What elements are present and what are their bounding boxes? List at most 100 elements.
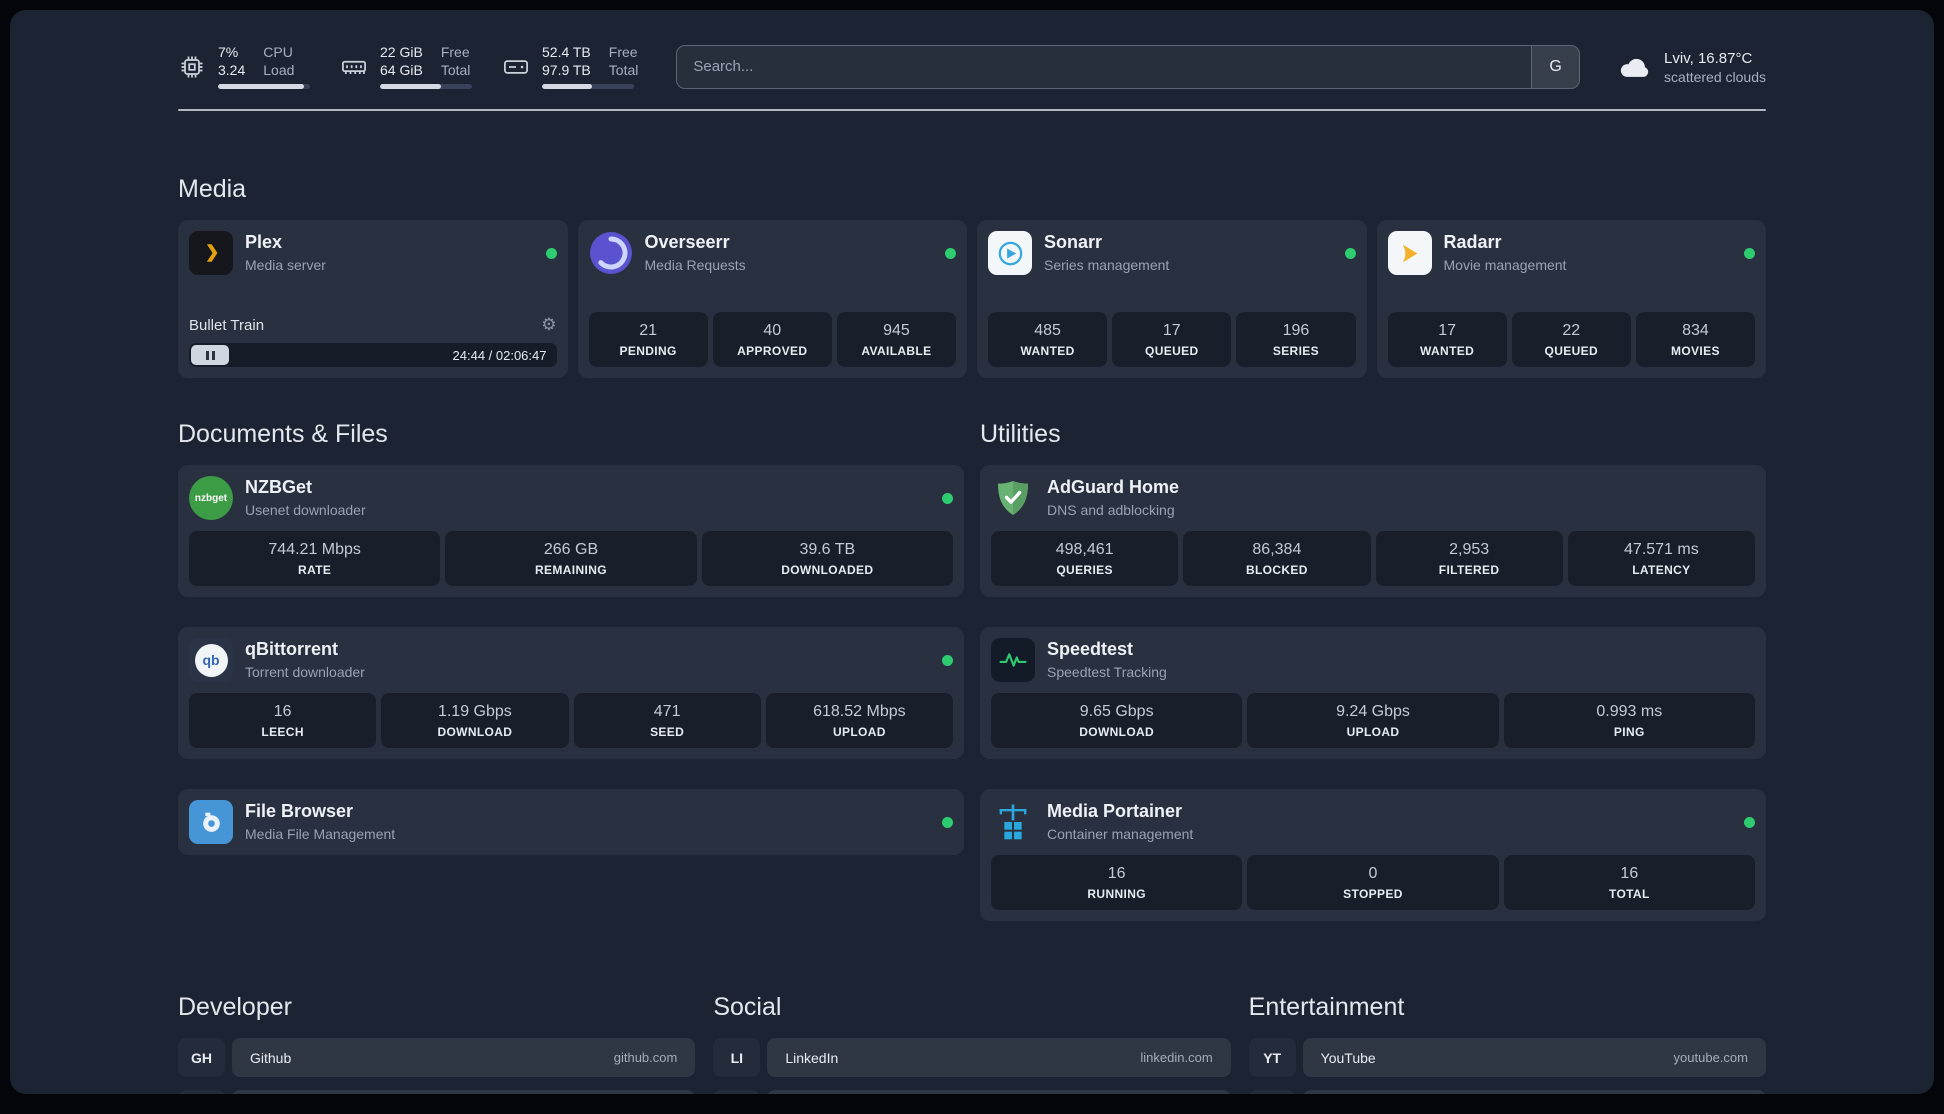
service-name: Media Portainer bbox=[1047, 801, 1183, 822]
bookmark-pill: Github github.com bbox=[232, 1038, 696, 1077]
cpu-progress-bar bbox=[218, 84, 310, 89]
stat-download: 9.65 Gbps DOWNLOAD bbox=[991, 693, 1243, 748]
stat-seed: 471 SEED bbox=[573, 693, 761, 748]
service-description: DNS and adblocking bbox=[1047, 501, 1175, 518]
service-name: AdGuard Home bbox=[1047, 477, 1180, 498]
stat-remaining: 266 GB REMAINING bbox=[445, 531, 697, 586]
stat-blocked: 86,384 BLOCKED bbox=[1183, 531, 1371, 586]
service-name: Speedtest bbox=[1047, 639, 1134, 660]
section-media: Media Plex Media server Bullet Train ⚙ 2… bbox=[178, 175, 1766, 378]
stat-leech: 16 LEECH bbox=[189, 693, 377, 748]
stat-available: 945 AVAILABLE bbox=[836, 312, 957, 367]
bookmark-youtube[interactable]: YT YouTube youtube.com bbox=[1249, 1038, 1766, 1077]
service-card-sonarr[interactable]: Sonarr Series management 485 WANTED 17 Q… bbox=[977, 220, 1367, 378]
disk-resource-widget: 52.4 TB 97.9 TB Free Total bbox=[502, 44, 638, 89]
service-card-adguard[interactable]: AdGuard Home DNS and adblocking 498,461 … bbox=[980, 465, 1766, 597]
memory-resource-widget: 22 GiB 64 GiB Free Total bbox=[340, 44, 472, 89]
service-description: Media server bbox=[245, 256, 326, 273]
service-description: Usenet downloader bbox=[245, 501, 366, 518]
bookmark-twitter[interactable]: TW Twitter twitter.com bbox=[713, 1090, 1231, 1094]
section-social: Social LI LinkedIn linkedin.com TW Twitt… bbox=[713, 993, 1231, 1094]
section-title-entertainment: Entertainment bbox=[1248, 993, 1405, 1021]
memory-progress-bar bbox=[380, 84, 472, 89]
resource-value: 97.9 TB bbox=[542, 61, 591, 78]
stat-download: 1.19 Gbps DOWNLOAD bbox=[381, 693, 569, 748]
bookmark-linkedin[interactable]: LI LinkedIn linkedin.com bbox=[713, 1038, 1231, 1077]
weather-location: Lviv, 16.87°C bbox=[1664, 50, 1753, 67]
service-description: Media File Management bbox=[245, 825, 396, 842]
plex-icon bbox=[189, 231, 233, 275]
service-card-nzbget[interactable]: nzbget NZBGet Usenet downloader 744.21 M… bbox=[178, 465, 964, 597]
resource-label: Free bbox=[608, 44, 638, 60]
now-playing-title: Bullet Train bbox=[189, 316, 265, 334]
section-entertainment: Entertainment YT YouTube youtube.com NF … bbox=[1249, 993, 1766, 1094]
resource-value: 7% bbox=[218, 44, 239, 60]
stat-upload: 9.24 Gbps UPLOAD bbox=[1247, 693, 1499, 748]
bookmark-abbr: GH bbox=[178, 1038, 225, 1077]
nzbget-icon: nzbget bbox=[189, 476, 233, 520]
bookmark-pill: YouTube youtube.com bbox=[1302, 1038, 1766, 1077]
disk-icon bbox=[504, 59, 528, 74]
search-provider-button[interactable]: G bbox=[1531, 45, 1580, 88]
topbar-divider bbox=[178, 109, 1766, 111]
service-name: qBittorrent bbox=[245, 639, 338, 660]
bookmark-stackoverflow[interactable]: SO StackOverflow stackoverflow.com bbox=[178, 1090, 696, 1094]
cpu-resource-widget: 7% 3.24 CPU Load bbox=[178, 44, 310, 89]
bookmark-pill: LinkedIn linkedin.com bbox=[767, 1038, 1231, 1077]
service-description: Torrent downloader bbox=[245, 663, 365, 680]
resource-label: Free bbox=[440, 44, 470, 60]
weather-condition: scattered clouds bbox=[1664, 69, 1766, 85]
stat-wanted: 17 WANTED bbox=[1387, 312, 1507, 367]
section-title-utilities: Utilities bbox=[980, 420, 1061, 448]
bookmark-github[interactable]: GH Github github.com bbox=[178, 1038, 696, 1077]
radarr-icon bbox=[1387, 231, 1432, 275]
service-description: Movie management bbox=[1443, 256, 1567, 273]
service-card-qbittorrent[interactable]: qb qBittorrent Torrent downloader 16 LEE… bbox=[178, 627, 964, 759]
service-card-speedtest[interactable]: Speedtest Speedtest Tracking 9.65 Gbps D… bbox=[980, 627, 1766, 759]
section-title-social: Social bbox=[713, 993, 782, 1021]
service-card-overseerr[interactable]: Overseerr Media Requests 21 PENDING 40 A… bbox=[577, 220, 967, 378]
overseerr-icon bbox=[589, 231, 633, 275]
disk-progress-bar bbox=[542, 84, 634, 89]
stat-downloaded: 39.6 TB DOWNLOADED bbox=[701, 531, 953, 586]
bookmark-abbr: YT bbox=[1249, 1038, 1296, 1077]
memory-progress-fill bbox=[380, 84, 441, 89]
search-input[interactable] bbox=[677, 45, 1532, 88]
status-dot bbox=[1744, 816, 1755, 828]
service-card-radarr[interactable]: Radarr Movie management 17 WANTED 22 QUE… bbox=[1376, 220, 1766, 378]
resource-value: 3.24 bbox=[218, 61, 246, 78]
section-title-media: Media bbox=[178, 175, 247, 203]
cpu-icon bbox=[181, 56, 203, 77]
section-title-documents: Documents & Files bbox=[178, 420, 388, 448]
stat-latency: 47.571 ms LATENCY bbox=[1567, 531, 1755, 586]
resource-label: Total bbox=[440, 61, 471, 78]
pause-button[interactable] bbox=[191, 345, 229, 365]
bookmark-abbr: LI bbox=[713, 1038, 760, 1077]
service-name: Plex bbox=[245, 232, 283, 253]
plex-progress-bar[interactable]: 24:44 / 02:06:47 bbox=[189, 343, 557, 367]
stat-rate: 744.21 Mbps RATE bbox=[189, 531, 441, 586]
speedtest-icon bbox=[991, 638, 1035, 682]
stat-running: 16 RUNNING bbox=[991, 855, 1243, 910]
stat-stopped: 0 STOPPED bbox=[1247, 855, 1499, 910]
cloud-icon bbox=[1620, 58, 1649, 77]
service-card-plex[interactable]: Plex Media server Bullet Train ⚙ 24:44 /… bbox=[178, 220, 568, 378]
service-name: Sonarr bbox=[1044, 232, 1103, 253]
bookmark-netflix[interactable]: NF Netflix netflix.com bbox=[1249, 1090, 1766, 1094]
bookmark-abbr: NF bbox=[1249, 1090, 1296, 1094]
service-name: NZBGet bbox=[245, 477, 312, 498]
bookmark-abbr: TW bbox=[713, 1090, 760, 1094]
service-card-filebrowser[interactable]: File Browser Media File Management bbox=[178, 789, 964, 855]
resource-value: 64 GiB bbox=[380, 61, 423, 78]
gear-icon[interactable]: ⚙ bbox=[541, 315, 556, 335]
status-dot bbox=[545, 247, 557, 259]
service-description: Series management bbox=[1044, 256, 1170, 273]
search-bar: G bbox=[676, 44, 1581, 89]
status-dot bbox=[1744, 247, 1755, 259]
adguard-icon bbox=[991, 476, 1035, 520]
status-dot bbox=[942, 654, 953, 666]
stat-queued: 17 QUEUED bbox=[1112, 312, 1232, 367]
stat-ping: 0.993 ms PING bbox=[1503, 693, 1755, 748]
filebrowser-icon bbox=[189, 800, 233, 844]
service-card-portainer[interactable]: Media Portainer Container management 16 … bbox=[980, 789, 1766, 921]
